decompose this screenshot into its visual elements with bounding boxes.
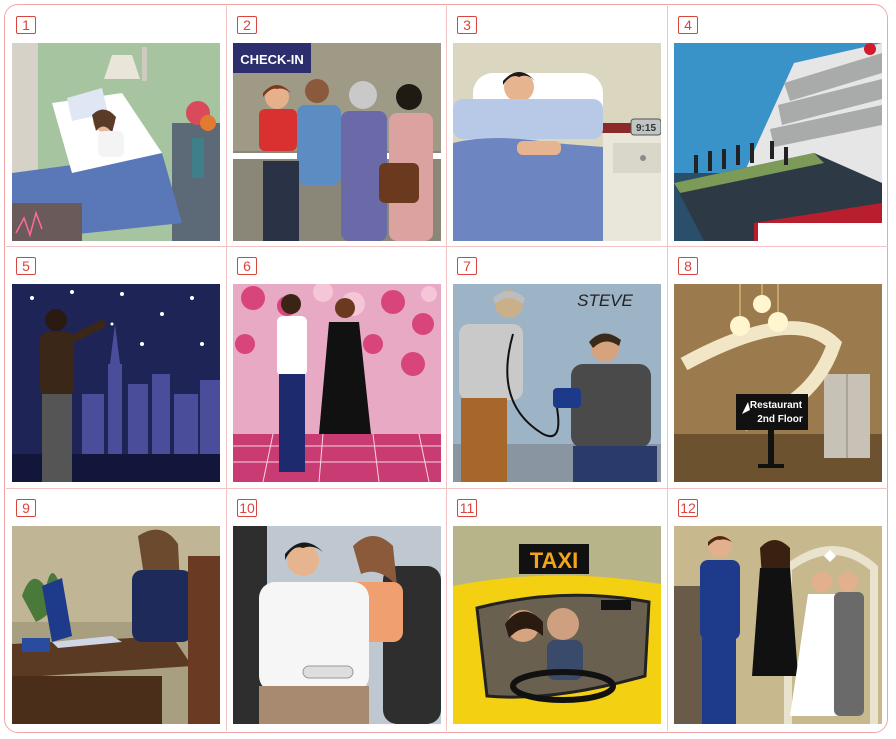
panel-number: 1: [16, 16, 36, 34]
alarm-clock-time: 9:15: [636, 123, 656, 134]
cruise-ship-scene-image: [674, 43, 882, 241]
panel-6: 6: [227, 247, 447, 489]
panel-number: 9: [16, 499, 36, 517]
panel-number: 2: [237, 16, 257, 34]
patient-name-text: STEVE: [577, 291, 633, 310]
panel-number: 8: [678, 257, 698, 275]
panel-9: 9: [6, 489, 226, 731]
taxi-sign-text: TAXI: [530, 548, 578, 573]
panel-3: 3 9:15: [447, 6, 667, 248]
panel-11: 11 TAXI: [447, 489, 667, 731]
panel-number: 11: [457, 499, 477, 517]
panel-number: 4: [678, 16, 698, 34]
panel-10: 10: [227, 489, 447, 731]
sleeping-man-alarm-clock-image: 9:15: [453, 43, 661, 241]
panel-12: 12: [668, 489, 888, 731]
panel-number: 7: [457, 257, 477, 275]
panel-1: 1: [6, 6, 226, 248]
woman-on-laptop-image: [12, 526, 220, 724]
panel-7: 7 STEVE: [447, 247, 667, 489]
city-skyline-night-image: [12, 284, 220, 482]
check-in-desk-scene-image: CHECK-IN: [233, 43, 441, 241]
panel-5: 5: [6, 247, 226, 489]
panel-number: 10: [237, 499, 257, 517]
restaurant-sign-line1: Restaurant: [750, 400, 803, 411]
wedding-scene-image: [674, 526, 882, 724]
restaurant-sign-line2: 2nd Floor: [757, 414, 803, 425]
doctor-blood-pressure-image: STEVE: [453, 284, 661, 482]
panel-2: 2 CHECK-IN: [227, 6, 447, 248]
hotel-lobby-restaurant-sign-image: Restaurant 2nd Floor: [674, 284, 882, 482]
hospital-bed-scene-image: [12, 43, 220, 241]
panel-4: 4: [668, 6, 888, 248]
panel-number: 3: [457, 16, 477, 34]
panel-number: 12: [678, 499, 698, 517]
panel-8: 8 Restaurant 2nd Floor: [668, 247, 888, 489]
panel-number: 6: [237, 257, 257, 275]
taxi-passengers-image: TAXI: [453, 526, 661, 724]
check-in-sign-text: CHECK-IN: [240, 52, 304, 67]
airplane-passengers-image: [233, 526, 441, 724]
party-balloons-scene-image: [233, 284, 441, 482]
panel-number: 5: [16, 257, 36, 275]
